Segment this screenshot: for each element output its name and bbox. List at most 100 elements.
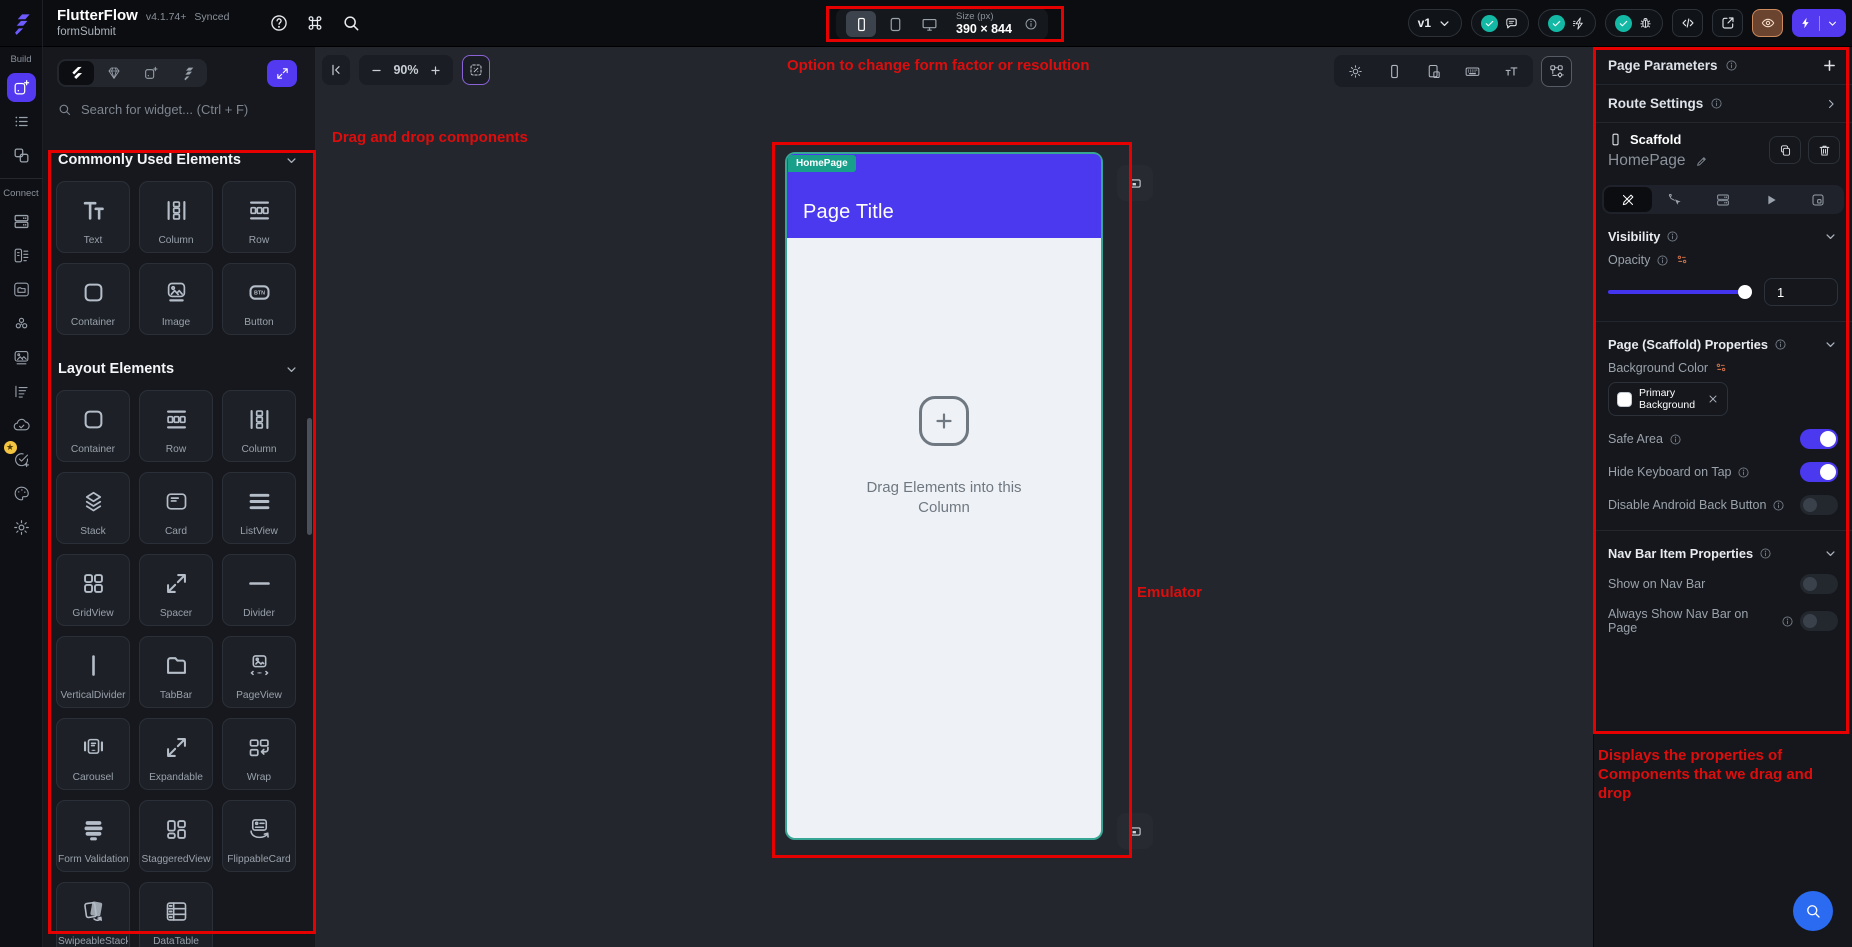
navbar-properties-header[interactable]: Nav Bar Item Properties bbox=[1594, 546, 1852, 561]
chevron-down-icon[interactable] bbox=[1823, 546, 1838, 561]
widget-tile-row[interactable]: Row bbox=[222, 181, 296, 253]
device-tab-phone-icon[interactable] bbox=[846, 11, 876, 37]
widget-tile-container[interactable]: Container bbox=[56, 390, 130, 462]
widget-tile-gridview[interactable]: GridView bbox=[56, 554, 130, 626]
size-info-icon[interactable] bbox=[1024, 17, 1038, 31]
edit-name-icon[interactable] bbox=[1695, 154, 1709, 168]
frame-toggle-button-bottom[interactable] bbox=[1117, 813, 1153, 849]
rail-item-widget-add-icon[interactable] bbox=[7, 73, 36, 102]
palette-tab-gem-icon[interactable] bbox=[96, 61, 131, 85]
search-fab[interactable] bbox=[1793, 891, 1833, 931]
section-commonly-used[interactable]: Commonly Used Elements bbox=[58, 152, 299, 168]
chevron-down-icon[interactable] bbox=[1823, 337, 1838, 352]
rail-item-integrations-icon[interactable] bbox=[7, 309, 36, 338]
rail-item-api-icon[interactable] bbox=[7, 241, 36, 270]
widget-tile-datatable[interactable]: DataTable bbox=[139, 882, 213, 947]
rail-item-theme-icon[interactable] bbox=[7, 479, 36, 508]
widget-tile-button[interactable]: BTNButton bbox=[222, 263, 296, 335]
copy-widget-button[interactable] bbox=[1769, 136, 1801, 164]
toggle-safe-area[interactable] bbox=[1800, 429, 1838, 449]
widget-tile-listview[interactable]: ListView bbox=[222, 472, 296, 544]
slider-thumb[interactable] bbox=[1738, 285, 1752, 299]
widget-tile-form-validation[interactable]: Form Validation bbox=[56, 800, 130, 872]
toggle-show-on-nav-bar[interactable] bbox=[1800, 574, 1838, 594]
add-element-dropzone[interactable] bbox=[919, 396, 969, 446]
properties-tab-design-tools-icon[interactable] bbox=[1604, 187, 1652, 212]
scaffold-properties-header[interactable]: Page (Scaffold) Properties bbox=[1594, 337, 1852, 352]
preview-button[interactable] bbox=[1752, 9, 1783, 37]
status-pill-bug-icon[interactable] bbox=[1605, 9, 1663, 37]
app-bar-title[interactable]: Page Title bbox=[803, 201, 894, 224]
color-swatch[interactable] bbox=[1617, 392, 1632, 407]
rail-item-tests-icon[interactable]: ★ bbox=[7, 445, 36, 474]
widget-tile-swipeablestack[interactable]: SwipeableStack bbox=[56, 882, 130, 947]
page-parameters-row[interactable]: Page Parameters bbox=[1594, 47, 1852, 85]
text-scale-icon[interactable] bbox=[1503, 63, 1520, 80]
delete-widget-button[interactable] bbox=[1808, 136, 1840, 164]
page-body-column[interactable]: Drag Elements into this Column bbox=[787, 238, 1101, 838]
search-icon[interactable] bbox=[341, 13, 361, 33]
widget-tile-verticaldivider[interactable]: VerticalDivider bbox=[56, 636, 130, 708]
clear-color-icon[interactable] bbox=[1707, 393, 1719, 405]
chevron-down-icon[interactable] bbox=[1823, 229, 1838, 244]
version-selector[interactable]: v1 bbox=[1408, 9, 1462, 37]
rail-item-settings-gear-icon[interactable] bbox=[7, 513, 36, 542]
add-parameter-button[interactable] bbox=[1821, 57, 1838, 74]
palette-tab-flutter-icon[interactable] bbox=[59, 61, 94, 85]
set-from-variable-icon[interactable] bbox=[1675, 253, 1689, 267]
run-button[interactable] bbox=[1792, 9, 1846, 37]
properties-tab-actions-icon[interactable] bbox=[1652, 187, 1700, 212]
rail-item-media-icon[interactable] bbox=[7, 343, 36, 372]
background-color-chip[interactable]: Primary Background bbox=[1608, 382, 1728, 416]
phone-emulator[interactable]: HomePage Page Title Drag Elements into t… bbox=[785, 152, 1103, 840]
widget-tile-container[interactable]: Container bbox=[56, 263, 130, 335]
node-settings-button[interactable] bbox=[1541, 56, 1572, 87]
section-layout-elements[interactable]: Layout Elements bbox=[58, 361, 299, 377]
device-tab-tablet-icon[interactable] bbox=[880, 11, 910, 37]
export-button[interactable] bbox=[1712, 9, 1743, 37]
widget-tile-expandable[interactable]: Expandable bbox=[139, 718, 213, 790]
opacity-value-input[interactable]: 1 bbox=[1764, 278, 1838, 306]
widget-tile-flippablecard[interactable]: FlippableCard bbox=[222, 800, 296, 872]
flutterflow-logo[interactable] bbox=[0, 0, 43, 47]
code-view-button[interactable] bbox=[1672, 9, 1703, 37]
widget-tile-stack[interactable]: Stack bbox=[56, 472, 130, 544]
help-icon[interactable] bbox=[269, 13, 289, 33]
toggle-always-show-nav-bar-on-page[interactable] bbox=[1800, 611, 1838, 631]
widget-tile-text[interactable]: Text bbox=[56, 181, 130, 253]
frame-toggle-button-top[interactable] bbox=[1117, 165, 1153, 201]
widget-tile-spacer[interactable]: Spacer bbox=[139, 554, 213, 626]
keyboard-icon[interactable] bbox=[1464, 63, 1481, 80]
widget-tile-wrap[interactable]: Wrap bbox=[222, 718, 296, 790]
device-frame-icon[interactable] bbox=[1425, 63, 1442, 80]
design-canvas[interactable]: 90% HomePage Page Title Drag Elements in… bbox=[315, 47, 1593, 947]
status-pill-chat-icon[interactable] bbox=[1471, 9, 1529, 37]
brightness-icon[interactable] bbox=[1347, 63, 1364, 80]
page-name-badge[interactable]: HomePage bbox=[788, 155, 856, 172]
properties-tab-backend-icon[interactable] bbox=[1699, 187, 1747, 212]
widget-tile-image[interactable]: Image bbox=[139, 263, 213, 335]
canvas-settings-button[interactable] bbox=[462, 55, 490, 85]
set-from-variable-icon[interactable] bbox=[1714, 361, 1728, 375]
widget-tile-tabbar[interactable]: TabBar bbox=[139, 636, 213, 708]
collapse-panel-button[interactable] bbox=[322, 55, 350, 85]
widget-tile-carousel[interactable]: Carousel bbox=[56, 718, 130, 790]
widget-tile-staggeredview[interactable]: StaggeredView bbox=[139, 800, 213, 872]
palette-tab-widget-add-icon[interactable] bbox=[133, 61, 168, 85]
rail-item-cloud-functions-icon[interactable] bbox=[7, 411, 36, 440]
widget-tile-column[interactable]: Column bbox=[222, 390, 296, 462]
panel-scrollbar[interactable] bbox=[307, 418, 312, 535]
expand-panel-button[interactable] bbox=[267, 60, 297, 87]
widget-tile-divider[interactable]: Divider bbox=[222, 554, 296, 626]
rail-item-text-styles-icon[interactable] bbox=[7, 377, 36, 406]
widget-tile-column[interactable]: Column bbox=[139, 181, 213, 253]
zoom-in-button[interactable] bbox=[429, 64, 442, 77]
properties-tab-scaffold-tab-icon[interactable] bbox=[1794, 187, 1842, 212]
chevron-down-icon[interactable] bbox=[284, 362, 299, 377]
command-icon[interactable] bbox=[305, 13, 325, 33]
widget-name[interactable]: HomePage bbox=[1608, 152, 1686, 170]
device-tab-desktop-icon[interactable] bbox=[914, 11, 944, 37]
toggle-hide-keyboard-on-tap[interactable] bbox=[1800, 462, 1838, 482]
opacity-slider[interactable] bbox=[1608, 290, 1751, 294]
zoom-out-button[interactable] bbox=[370, 64, 383, 77]
